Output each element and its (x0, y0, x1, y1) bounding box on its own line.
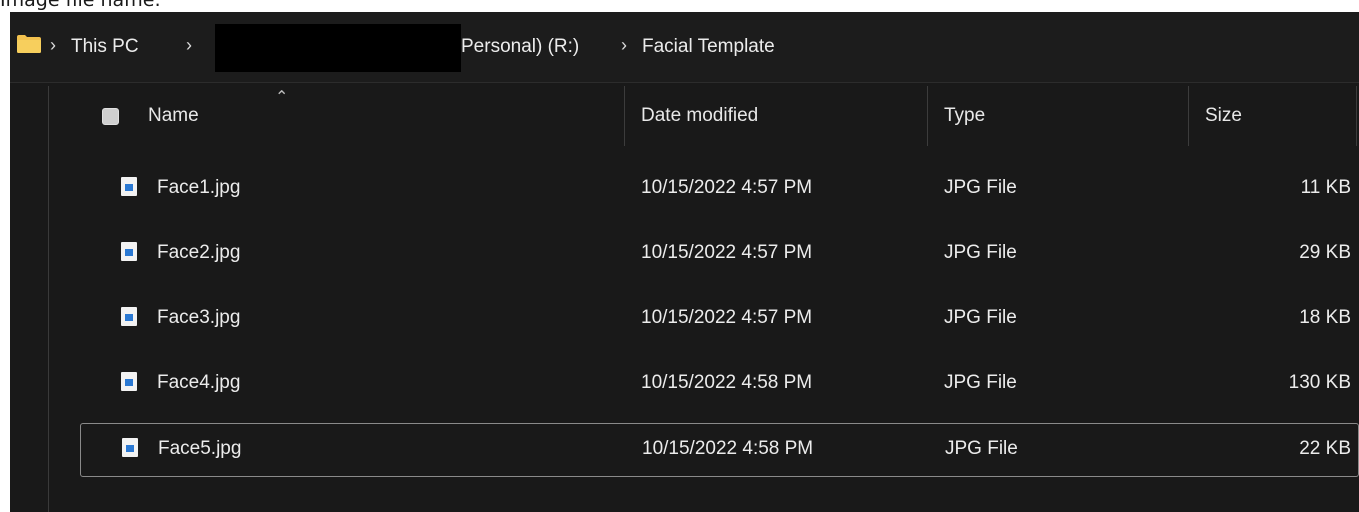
image-file-icon (121, 372, 137, 391)
column-divider[interactable] (1356, 86, 1357, 146)
file-size: 11 KB (1300, 177, 1351, 198)
file-name: Face4.jpg (157, 372, 241, 393)
breadcrumb-facial-template[interactable]: Facial Template (642, 34, 775, 60)
file-size: 130 KB (1288, 372, 1351, 393)
chevron-right-icon: › (621, 35, 627, 55)
caption-text: Image file name: (0, 0, 161, 11)
file-name: Face1.jpg (157, 177, 241, 198)
file-name: Face2.jpg (157, 242, 241, 263)
file-row-face3[interactable]: Face3.jpg 10/15/2022 4:57 PM JPG File 18… (70, 293, 1359, 347)
file-date-modified: 10/15/2022 4:57 PM (641, 307, 813, 328)
file-type: JPG File (944, 242, 1017, 263)
file-type: JPG File (944, 372, 1017, 393)
file-row-face1[interactable]: Face1.jpg 10/15/2022 4:57 PM JPG File 11… (70, 163, 1359, 217)
file-size: 22 KB (1299, 438, 1351, 459)
file-row-face2[interactable]: Face2.jpg 10/15/2022 4:57 PM JPG File 29… (70, 228, 1359, 282)
file-row-face4[interactable]: Face4.jpg 10/15/2022 4:58 PM JPG File 13… (70, 358, 1359, 412)
file-date-modified: 10/15/2022 4:58 PM (642, 438, 814, 459)
image-file-icon (122, 438, 138, 457)
file-size: 29 KB (1299, 242, 1351, 263)
select-all-checkbox[interactable] (102, 108, 119, 125)
address-bar[interactable]: › This PC › Personal) (R:) › Facial Temp… (10, 12, 1359, 83)
file-size: 18 KB (1299, 307, 1351, 328)
column-divider[interactable] (927, 86, 928, 146)
image-file-icon (121, 177, 137, 196)
sort-ascending-icon[interactable]: ⌃ (275, 90, 288, 106)
chevron-right-icon: › (186, 35, 192, 55)
file-type: JPG File (944, 307, 1017, 328)
file-date-modified: 10/15/2022 4:57 PM (641, 242, 813, 263)
chevron-right-icon: › (50, 35, 56, 55)
image-file-icon (121, 307, 137, 326)
file-row-face5[interactable]: Face5.jpg 10/15/2022 4:58 PM JPG File 22… (80, 423, 1359, 477)
breadcrumb-drive[interactable]: Personal) (R:) (461, 34, 579, 60)
column-divider[interactable] (1188, 86, 1189, 146)
folder-icon (17, 35, 41, 53)
file-explorer-window: › This PC › Personal) (R:) › Facial Temp… (10, 12, 1359, 512)
breadcrumb-this-pc[interactable]: This PC (71, 34, 139, 60)
file-name: Face5.jpg (158, 438, 242, 459)
redacted-region (215, 24, 461, 72)
column-header-name[interactable]: Name (148, 103, 199, 129)
column-header-size[interactable]: Size (1205, 103, 1242, 129)
file-name: Face3.jpg (157, 307, 241, 328)
file-type: JPG File (945, 438, 1018, 459)
image-file-icon (121, 242, 137, 261)
file-date-modified: 10/15/2022 4:58 PM (641, 372, 813, 393)
navigation-pane-divider (48, 86, 49, 512)
column-header-type[interactable]: Type (944, 103, 985, 129)
column-header-row: Name ⌃ Date modified Type Size (70, 86, 1359, 146)
column-divider[interactable] (624, 86, 625, 146)
file-date-modified: 10/15/2022 4:57 PM (641, 177, 813, 198)
column-header-date-modified[interactable]: Date modified (641, 103, 758, 129)
file-type: JPG File (944, 177, 1017, 198)
